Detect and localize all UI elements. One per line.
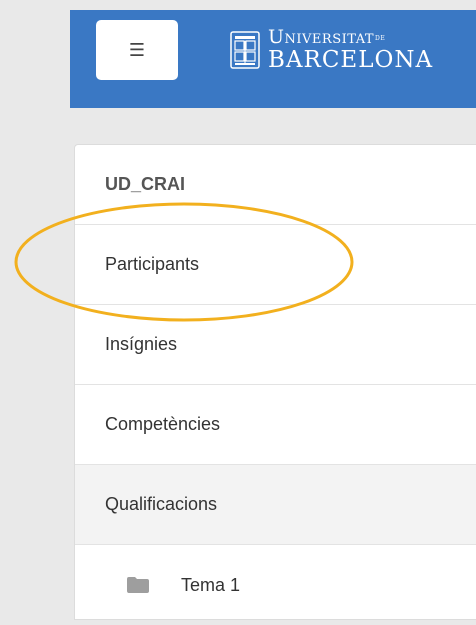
- sidebar-item-label: Tema 1: [181, 574, 241, 595]
- sidebar-item-grades[interactable]: Qualificacions: [75, 465, 476, 545]
- course-navigation-sidebar: UD_CRAI Participants Insígnies Competènc…: [74, 144, 476, 620]
- folder-icon: [127, 577, 149, 593]
- logo-line-1: Universitatde: [268, 26, 386, 48]
- sidebar-item-label: Qualificacions: [105, 494, 218, 514]
- university-seal-icon: [230, 31, 260, 69]
- logo-wordmark: Universitatde BARCELONA: [268, 28, 433, 72]
- hamburger-icon: ☰: [128, 39, 146, 61]
- sidebar-item-label: Competències: [105, 414, 221, 434]
- university-logo[interactable]: Universitatde BARCELONA: [230, 25, 433, 75]
- top-navbar: ☰ Universitatde BARCELONA: [70, 10, 476, 108]
- logo-line-2: BARCELONA: [268, 47, 434, 73]
- sidebar-item-badges[interactable]: Insígnies: [75, 305, 476, 385]
- sidebar-item-topic-1[interactable]: Tema 1: [75, 545, 476, 625]
- sidebar-item-competencies[interactable]: Competències: [75, 385, 476, 465]
- sidebar-item-label: Participants: [105, 254, 200, 274]
- menu-toggle-button[interactable]: ☰: [96, 20, 178, 80]
- sidebar-item-label: Insígnies: [105, 334, 178, 354]
- sidebar-item-participants[interactable]: Participants: [75, 225, 476, 305]
- sidebar-course-title[interactable]: UD_CRAI: [75, 145, 476, 225]
